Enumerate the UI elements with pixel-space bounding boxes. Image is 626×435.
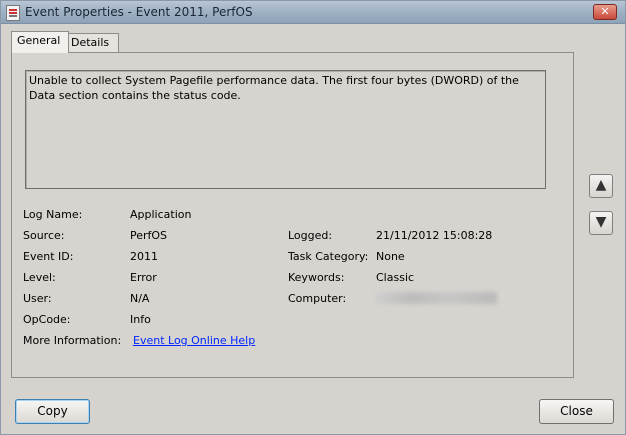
opcode-label: OpCode:: [23, 313, 71, 326]
opcode-value: Info: [130, 313, 151, 326]
more-information-label: More Information:: [23, 334, 122, 347]
log-name-label: Log Name:: [23, 208, 83, 221]
event-description[interactable]: Unable to collect System Pagefile perfor…: [25, 70, 546, 189]
keywords-label: Keywords:: [288, 271, 345, 284]
general-panel: Unable to collect System Pagefile perfor…: [11, 52, 574, 378]
user-value: N/A: [130, 292, 150, 305]
tab-details[interactable]: Details: [65, 33, 119, 52]
level-value: Error: [130, 271, 157, 284]
task-category-label: Task Category:: [288, 250, 369, 263]
logged-label: Logged:: [288, 229, 333, 242]
task-category-value: None: [376, 250, 405, 263]
event-viewer-icon: [6, 5, 20, 21]
tab-general[interactable]: General: [11, 31, 69, 53]
source-label: Source:: [23, 229, 65, 242]
copy-button[interactable]: Copy: [15, 399, 90, 424]
level-label: Level:: [23, 271, 56, 284]
log-name-value: Application: [130, 208, 192, 221]
computer-value-redacted: [375, 292, 497, 304]
window-close-button[interactable]: ✕: [593, 4, 617, 20]
keywords-value: Classic: [376, 271, 415, 284]
source-value: PerfOS: [130, 229, 168, 242]
down-arrow-icon: ▼: [595, 214, 607, 230]
title-bar[interactable]: Event Properties - Event 2011, PerfOS ✕: [1, 1, 625, 24]
window-title: Event Properties - Event 2011, PerfOS: [25, 5, 253, 19]
computer-label: Computer:: [288, 292, 347, 305]
close-button[interactable]: Close: [539, 399, 614, 424]
event-log-online-help-link[interactable]: Event Log Online Help: [133, 334, 255, 348]
event-properties-window: Event Properties - Event 2011, PerfOS ✕ …: [0, 0, 626, 435]
next-event-button[interactable]: ▼: [589, 211, 613, 235]
user-label: User:: [23, 292, 52, 305]
previous-event-button[interactable]: ▲: [589, 174, 613, 198]
up-arrow-icon: ▲: [595, 177, 607, 193]
event-id-value: 2011: [130, 250, 158, 263]
event-id-label: Event ID:: [23, 250, 74, 263]
logged-value: 21/11/2012 15:08:28: [376, 229, 493, 242]
